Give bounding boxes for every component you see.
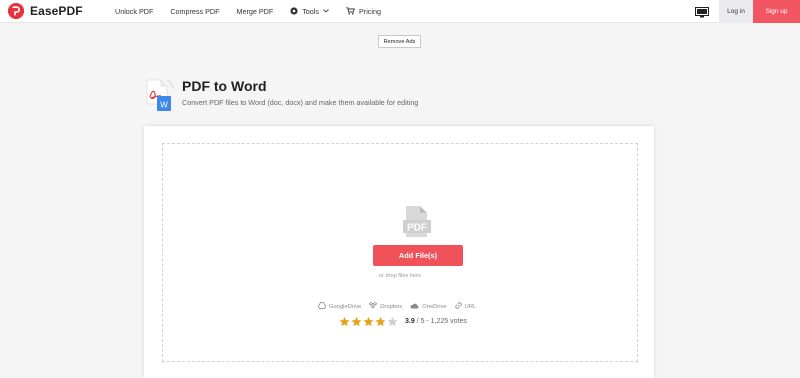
nav-merge-pdf[interactable]: Merge PDF [236,7,273,16]
rating-widget: 3.9 / 5 - 1,225 votes [339,316,467,327]
svg-text:W: W [160,101,168,110]
nav-unlock-pdf[interactable]: Unlock PDF [115,7,153,16]
source-label: OneDrive [422,303,447,310]
cart-icon [346,6,355,17]
star-icon[interactable] [375,316,386,327]
drop-hint: or drop files here [379,273,421,279]
source-label: Dropbox [380,303,403,310]
signup-button[interactable]: Sign up [753,0,800,23]
source-dropbox[interactable]: Dropbox [368,302,403,311]
remove-ads-button[interactable]: Remove Ads [378,35,421,48]
rating-votes: / 5 - 1,225 votes [414,318,467,325]
brand-name: EasePDF [30,4,83,18]
nav-label: Tools [302,7,319,16]
star-icon[interactable] [363,316,374,327]
page-title: PDF to Word [182,78,267,94]
onedrive-icon [410,303,419,311]
upload-card: PDF Add File(s) or drop files here Googl… [144,126,654,378]
rating-summary: 3.9 / 5 - 1,225 votes [405,318,467,325]
easepdf-logo-icon [8,3,24,19]
source-google-drive[interactable]: GoogleDrive [317,301,362,311]
source-url[interactable]: URL [455,302,477,311]
desktop-app-icon[interactable] [695,5,709,18]
star-rating[interactable] [339,316,398,327]
brand-logo[interactable]: EasePDF [8,3,83,19]
nav-label: Compress PDF [170,7,220,16]
login-button[interactable]: Log in [719,0,753,23]
nav-label: Pricing [359,7,381,16]
star-icon[interactable] [387,316,398,327]
nav-compress-pdf[interactable]: Compress PDF [170,7,219,16]
nav-pricing[interactable]: Pricing [346,6,381,17]
dropbox-icon [368,302,378,311]
file-drop-zone[interactable]: PDF Add File(s) or drop files here Googl… [162,143,638,362]
source-label: URL [464,303,477,310]
source-label: GoogleDrive [329,303,362,310]
star-icon[interactable] [339,316,350,327]
link-icon [455,302,462,311]
pdf-to-word-icon: W [143,78,175,112]
tools-icon [290,6,298,17]
main-nav: Unlock PDF Compress PDF Merge PDF Tools … [115,0,398,23]
source-onedrive[interactable]: OneDrive [410,303,447,311]
nav-label: Merge PDF [236,7,274,16]
add-files-button[interactable]: Add File(s) [373,245,463,266]
nav-label: Unlock PDF [115,7,154,16]
page-subtitle: Convert PDF files to Word (doc, docx) an… [182,98,419,107]
cloud-sources: GoogleDrive Dropbox OneDrive URL [317,301,477,311]
pdf-file-icon-label: PDF [407,223,427,234]
nav-tools-dropdown[interactable]: Tools [290,6,329,17]
google-drive-icon [317,301,327,311]
chevron-down-icon [323,8,329,15]
rating-score: 3.9 [405,318,415,325]
top-nav-bar: EasePDF Unlock PDF Compress PDF Merge PD… [0,0,800,23]
star-icon[interactable] [351,316,362,327]
pdf-file-icon: PDF [403,206,431,237]
